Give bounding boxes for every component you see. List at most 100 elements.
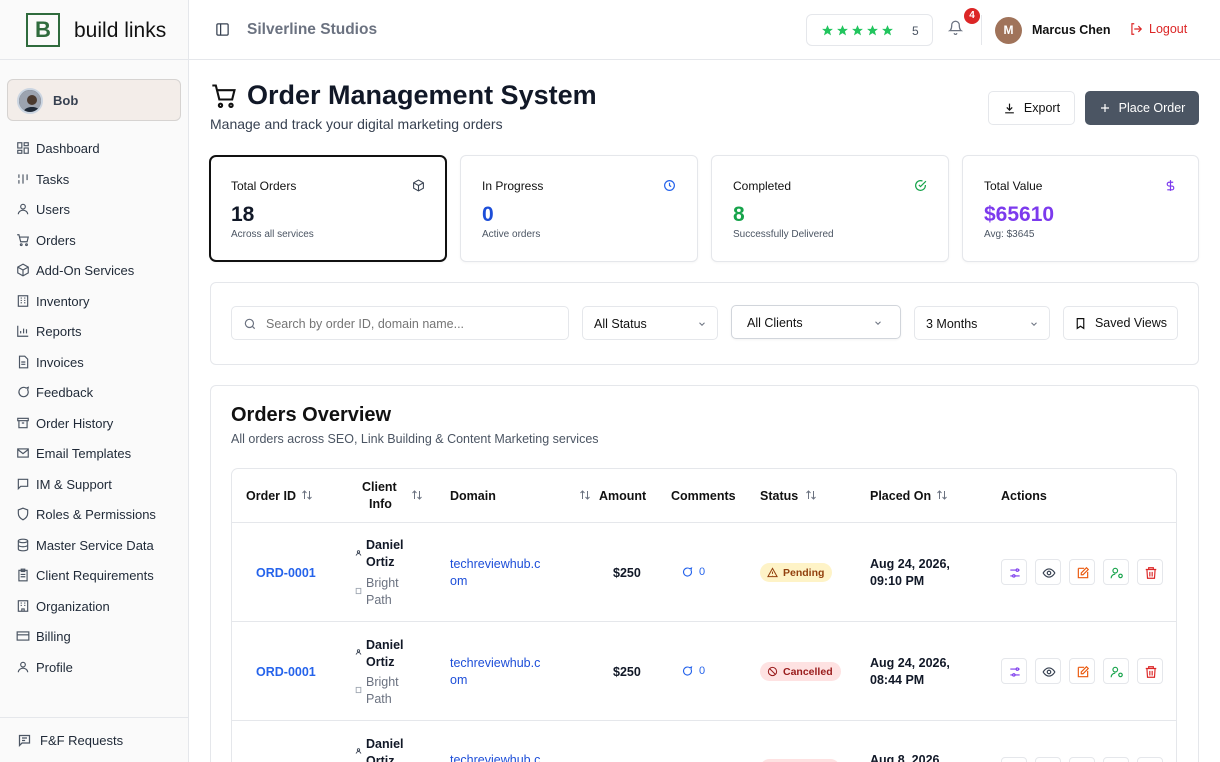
col-placed-on[interactable]: Placed On [870, 489, 931, 503]
sidebar-item-client-requirements[interactable]: Client Requirements [16, 565, 154, 585]
amount: $250 [613, 566, 641, 580]
comments-button[interactable]: 0 [681, 566, 705, 578]
delete-button[interactable] [1137, 658, 1163, 684]
stat-card-completed[interactable]: Completed 8 Successfully Delivered [711, 155, 949, 262]
domain-link[interactable]: techreviewhub.c [450, 753, 540, 762]
sidebar-item-billing[interactable]: Billing [16, 626, 71, 646]
comments-button[interactable]: 0 [681, 665, 705, 677]
sidebar-item-orders[interactable]: Orders [16, 230, 76, 250]
sidebar-item-label: Dashboard [36, 140, 100, 156]
assign-button[interactable] [1001, 757, 1027, 762]
sort-icon[interactable] [579, 489, 591, 501]
sidebar-item-im-support[interactable]: IM & Support [16, 474, 112, 494]
order-id-link[interactable]: ORD-0001 [256, 566, 316, 580]
sidebar-item-tasks[interactable]: Tasks [16, 169, 69, 189]
comment-count: 0 [699, 665, 706, 677]
row-divider [232, 522, 1176, 523]
assign-user-button[interactable] [1103, 658, 1129, 684]
status-badge: Cancelled [760, 662, 841, 681]
ff-requests-link[interactable]: F&F Requests [17, 730, 123, 750]
sidebar-item-label: Inventory [36, 293, 90, 309]
user-name: Bob [53, 93, 79, 108]
row-divider [232, 621, 1176, 622]
sidebar-footer: F&F Requests [0, 717, 189, 762]
sidebar-item-label: Roles & Permissions [36, 506, 156, 522]
chevron-down-icon [697, 319, 707, 329]
assign-user-button[interactable] [1103, 757, 1129, 762]
client-company-2: Path [366, 593, 392, 607]
edit-button[interactable] [1069, 757, 1095, 762]
search-input[interactable] [266, 315, 561, 333]
sidebar-item-order-history[interactable]: Order History [16, 413, 113, 433]
search-box[interactable] [231, 306, 569, 340]
clients-select[interactable]: All Clients [731, 305, 901, 339]
rating-value: 5 [912, 24, 919, 38]
message-circle-icon [681, 566, 693, 578]
user-avatar[interactable]: M [995, 17, 1022, 44]
sidebar-item-add-on-services[interactable]: Add-On Services [16, 260, 134, 280]
col-client-line1[interactable]: Client [362, 480, 397, 494]
sort-icon[interactable] [301, 489, 313, 501]
delete-button[interactable] [1137, 757, 1163, 762]
status-select[interactable]: All Status [582, 306, 718, 340]
client-first-name: Daniel [366, 737, 404, 751]
edit-button[interactable] [1069, 559, 1095, 585]
edit-button[interactable] [1069, 658, 1095, 684]
domain-link-2[interactable]: om [450, 574, 467, 588]
database-icon [16, 538, 30, 552]
assign-user-button[interactable] [1103, 559, 1129, 585]
sidebar-item-master-service-data[interactable]: Master Service Data [16, 535, 154, 555]
saved-views-button[interactable]: Saved Views [1063, 306, 1178, 340]
brand-name: build links [74, 19, 167, 42]
sort-icon[interactable] [411, 489, 423, 501]
stat-card-total-orders[interactable]: Total Orders 18 Across all services [209, 155, 447, 262]
sidebar-item-feedback[interactable]: Feedback [16, 382, 93, 402]
status-badge: Pending [760, 563, 833, 582]
assign-button[interactable] [1001, 559, 1027, 585]
col-order-id[interactable]: Order ID [246, 489, 296, 503]
stat-card-in-progress[interactable]: In Progress 0 Active orders [460, 155, 698, 262]
alert-triangle-icon [767, 567, 778, 578]
col-client-line2[interactable]: Info [369, 497, 392, 511]
rating-stars [821, 24, 894, 37]
col-amount[interactable]: Amount [599, 489, 646, 503]
stat-card-total-value[interactable]: Total Value $65610 Avg: $3645 [962, 155, 1199, 262]
client-last-name: Ortiz [366, 655, 395, 669]
sort-icon[interactable] [936, 489, 948, 501]
assign-button[interactable] [1001, 658, 1027, 684]
rating-widget[interactable]: 5 [806, 14, 933, 46]
view-button[interactable] [1035, 658, 1061, 684]
sidebar-item-label: Orders [36, 232, 76, 248]
domain-link[interactable]: techreviewhub.c [450, 656, 540, 670]
order-id-link[interactable]: ORD-0001 [256, 665, 316, 679]
view-button[interactable] [1035, 559, 1061, 585]
sidebar-item-reports[interactable]: Reports [16, 321, 82, 341]
sidebar-item-email-templates[interactable]: Email Templates [16, 443, 131, 463]
sidebar-item-invoices[interactable]: Invoices [16, 352, 84, 372]
sidebar-item-dashboard[interactable]: Dashboard [16, 138, 100, 158]
logout-button[interactable]: Logout [1129, 22, 1187, 36]
col-status[interactable]: Status [760, 489, 798, 503]
sidebar-item-label: Client Requirements [36, 567, 154, 583]
star-icon [882, 25, 893, 36]
col-domain[interactable]: Domain [450, 489, 496, 503]
sidebar-item-inventory[interactable]: Inventory [16, 291, 89, 311]
brand[interactable]: B build links [0, 0, 189, 60]
sidebar-item-roles-permissions[interactable]: Roles & Permissions [16, 504, 156, 524]
sidebar-item-profile[interactable]: Profile [16, 657, 73, 677]
sidebar-item-users[interactable]: Users [16, 199, 70, 219]
domain-link-2[interactable]: om [450, 673, 467, 687]
user-name: Marcus Chen [1032, 23, 1111, 37]
sort-icon[interactable] [805, 489, 817, 501]
period-select[interactable]: 3 Months [914, 306, 1050, 340]
place-order-button[interactable]: Place Order [1085, 91, 1199, 125]
delete-button[interactable] [1137, 559, 1163, 585]
sidebar-item-label: Organization [36, 598, 110, 614]
bell-icon[interactable] [948, 20, 964, 36]
view-button[interactable] [1035, 757, 1061, 762]
domain-link[interactable]: techreviewhub.c [450, 557, 540, 571]
sidebar-item-organization[interactable]: Organization [16, 596, 110, 616]
user-card[interactable]: Bob [7, 79, 181, 121]
sidebar-toggle-icon[interactable] [215, 22, 230, 37]
export-button[interactable]: Export [988, 91, 1075, 125]
